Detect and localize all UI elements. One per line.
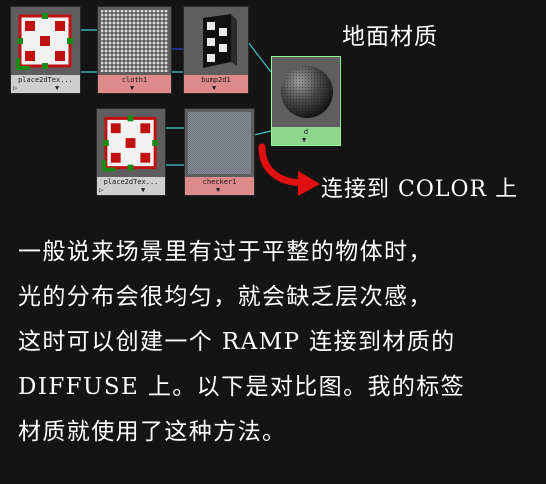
wire-bump-to-material — [247, 41, 272, 73]
bump2d-node-ports: ▼ — [184, 83, 248, 93]
port-down-icon[interactable]: ▼ — [212, 84, 216, 92]
explanation-paragraph: 一般说来场景里有过于平整的物体时， 光的分布会很均匀，就会缺乏层次感， 这时可以… — [18, 230, 538, 455]
port-right-icon[interactable]: ▼ — [55, 84, 59, 92]
paragraph-line: 这时可以创建一个 RAMP 连接到材质的 — [18, 329, 456, 355]
wire-checker-to-material — [253, 130, 272, 136]
place2d-node-ports: ▷ ▼ — [11, 83, 80, 93]
place2d-node-ports: ▷ ▼ — [97, 185, 165, 195]
paragraph-line: 材质就使用了这种方法。 — [18, 419, 287, 445]
port-left-icon[interactable]: ▷ — [99, 186, 103, 194]
place2d-texture-icon — [100, 112, 162, 174]
cloth-texture-icon — [101, 10, 168, 72]
port-down-icon[interactable]: ▼ — [302, 136, 306, 144]
place2d-texture-node-top[interactable]: place2dTex... ▷ ▼ — [10, 6, 81, 94]
material-node[interactable]: d ▼ — [271, 56, 341, 146]
port-down-icon[interactable]: ▼ — [216, 186, 220, 194]
place2d-texture-node-bottom[interactable]: place2dTex... ▷ ▼ — [96, 108, 166, 196]
checker-texture-node[interactable]: checker1 ▼ — [184, 108, 255, 196]
cloth-node-ports: ▼ — [98, 83, 171, 93]
connect-to-color-caption: 连接到 COLOR 上 — [321, 177, 519, 202]
checker-node-ports: ▼ — [185, 185, 254, 195]
red-curved-arrow-icon — [258, 143, 306, 187]
bump2d-node[interactable]: bump2d1 ▼ — [183, 6, 249, 94]
checker-texture-icon — [188, 112, 251, 174]
hypershade-canvas: place2dTex... ▷ ▼ cloth1 ▼ bump2d1 ▼ d ▼… — [0, 0, 546, 484]
shader-sphere-icon — [275, 60, 337, 124]
paragraph-line: 一般说来场景里有过于平整的物体时， — [18, 239, 433, 265]
port-left-icon[interactable]: ▷ — [13, 84, 17, 92]
cloth-texture-node[interactable]: cloth1 ▼ — [97, 6, 172, 94]
paragraph-line: DIFFUSE 上。以下是对比图。我的标签 — [18, 374, 466, 400]
place2d-texture-icon — [14, 10, 77, 72]
bump2d-icon — [187, 10, 245, 72]
port-down-icon[interactable]: ▼ — [130, 84, 134, 92]
port-right-icon[interactable]: ▼ — [141, 186, 145, 194]
paragraph-line: 光的分布会很均匀，就会缺乏层次感， — [18, 284, 433, 310]
red-arrow-head — [298, 171, 320, 196]
ground-material-caption: 地面材质 — [342, 24, 438, 50]
material-node-ports: ▼ — [272, 135, 340, 145]
